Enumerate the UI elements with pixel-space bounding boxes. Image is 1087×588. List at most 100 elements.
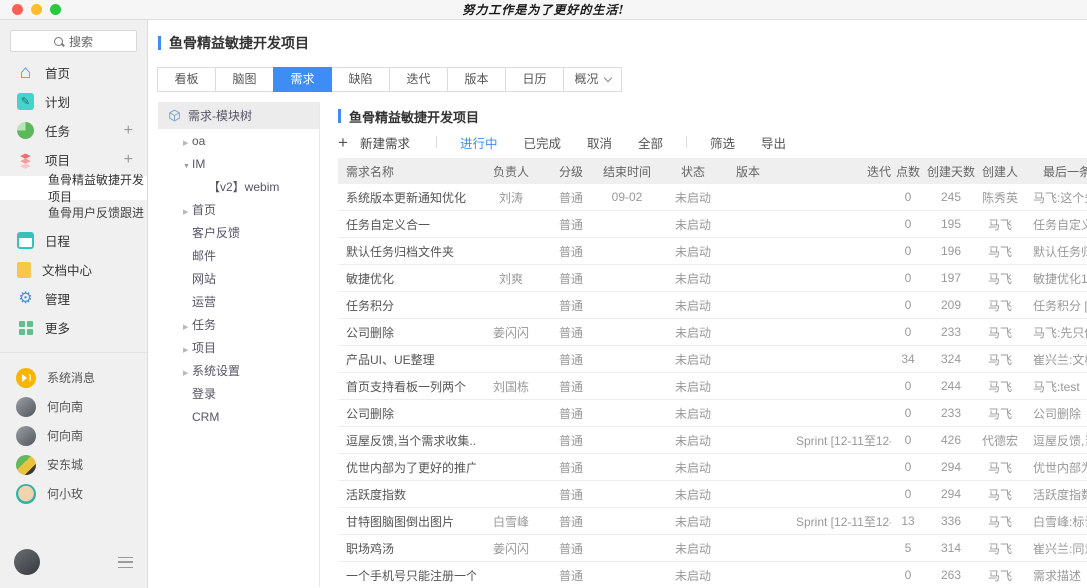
menu-icon[interactable] [118, 557, 133, 568]
table-row[interactable]: 一个手机号只能注册一个... 普通 未启动 0 263 马飞 需求描述 [338, 562, 1087, 588]
minimize-window-button[interactable] [31, 4, 42, 15]
cell-name[interactable]: 公司删除 [338, 405, 476, 422]
tab[interactable]: 概况 [563, 67, 622, 92]
cell-name[interactable]: 一个手机号只能注册一个... [338, 567, 476, 584]
tree-item[interactable]: 项目 [158, 336, 319, 359]
tree-item[interactable]: 运营 [158, 290, 319, 313]
tab[interactable]: 脑图 [215, 67, 274, 92]
tree-item[interactable]: 【v2】webim [158, 175, 319, 198]
cell-name[interactable]: 首页支持看板一列两个 [338, 378, 476, 395]
tab[interactable]: 日历 [505, 67, 564, 92]
tree-item[interactable]: 客户反馈 [158, 221, 319, 244]
cell-name[interactable]: 产品UI、UE整理 [338, 351, 476, 368]
table-action-button[interactable]: 导出 [761, 133, 786, 152]
table-row[interactable]: 甘特图脑图倒出图片 白雪峰 普通 未启动 Sprint [12-11至12-17… [338, 508, 1087, 535]
column-header-version[interactable]: 版本 [728, 163, 796, 180]
column-header-priority[interactable]: 分级 [546, 163, 596, 180]
tree-arrow-icon[interactable] [183, 319, 192, 331]
add-icon[interactable] [338, 134, 348, 151]
tab[interactable]: 版本 [447, 67, 506, 92]
sidebar-project-item[interactable]: 鱼骨用户反馈跟进 [0, 200, 147, 224]
status-filter[interactable]: 已完成 [523, 133, 561, 152]
table-row[interactable]: 公司删除 普通 未启动 0 233 马飞 公司删除 [338, 400, 1087, 427]
column-header-end-date[interactable]: 结束时间 [596, 163, 658, 180]
tab[interactable]: 需求 [273, 67, 332, 92]
cell-name[interactable]: 默认任务归档文件夹 [338, 243, 476, 260]
status-filter[interactable]: 全部 [638, 133, 663, 152]
table-row[interactable]: 任务积分 普通 未启动 0 209 马飞 任务积分 [图片] [338, 292, 1087, 319]
status-filter[interactable]: 进行中 [460, 133, 498, 152]
column-header-assignee[interactable]: 负责人 [476, 163, 546, 180]
sidebar-nav-item[interactable]: 计划 [0, 87, 147, 116]
table-row[interactable]: 首页支持看板一列两个 刘国栋 普通 未启动 0 244 马飞 马飞:tes [338, 373, 1087, 400]
tree-item[interactable]: 登录 [158, 382, 319, 405]
search-input[interactable]: 搜索 [10, 30, 137, 52]
contact-item[interactable]: 何小玫 [0, 479, 147, 508]
tree-item[interactable]: 系统设置 [158, 359, 319, 382]
add-icon[interactable] [124, 123, 133, 139]
new-requirement-button[interactable]: 新建需求 [360, 133, 410, 152]
sidebar-nav-item[interactable]: 日程 [0, 226, 147, 255]
add-icon[interactable] [124, 152, 133, 168]
contact-item[interactable]: 系统消息 [0, 363, 147, 392]
table-row[interactable]: 系统版本更新通知优化 刘涛 普通 09-02 未启动 0 245 陈秀英 马 [338, 184, 1087, 211]
tree-arrow-icon[interactable] [183, 365, 192, 377]
tree-item[interactable]: 首页 [158, 198, 319, 221]
contact-item[interactable]: 何向南 [0, 421, 147, 450]
module-tree-header[interactable]: 需求-模块树 [158, 102, 319, 129]
column-header-creator[interactable]: 创建人 [977, 163, 1023, 180]
table-row[interactable]: 优世内部为了更好的推广... 普通 未启动 0 294 马飞 优世内部为 [338, 454, 1087, 481]
column-header-name[interactable]: 需求名称 [338, 163, 476, 180]
tree-arrow-icon[interactable] [183, 135, 192, 147]
sidebar-nav-item[interactable]: 管理 [0, 284, 147, 313]
table-row[interactable]: 逗屋反馈,当个需求收集... 普通 未启动 Sprint [12-11至12-1… [338, 427, 1087, 454]
column-header-points[interactable]: 点数 [891, 163, 925, 180]
column-header-created-days[interactable]: 创建天数 [925, 163, 977, 180]
tree-item[interactable]: IM [158, 152, 319, 175]
sidebar-project-item[interactable]: 鱼骨精益敏捷开发项目 [0, 176, 147, 200]
column-header-status[interactable]: 状态 [658, 163, 728, 180]
cell-name[interactable]: 职场鸡汤 [338, 540, 476, 557]
cell-name[interactable]: 公司删除 [338, 324, 476, 341]
tree-item[interactable]: 网站 [158, 267, 319, 290]
sidebar-nav-item[interactable]: 首页 [0, 58, 147, 87]
table-row[interactable]: 敏捷优化 刘爽 普通 未启动 0 197 马飞 敏捷优化1最后一 [338, 265, 1087, 292]
current-user-avatar[interactable] [14, 549, 40, 575]
tree-item[interactable]: CRM [158, 405, 319, 428]
tree-item[interactable]: 邮件 [158, 244, 319, 267]
cell-name[interactable]: 系统版本更新通知优化 [338, 189, 476, 206]
close-window-button[interactable] [12, 4, 23, 15]
table-row[interactable]: 默认任务归档文件夹 普通 未启动 0 196 马飞 默认任务归档文件 [338, 238, 1087, 265]
cell-name[interactable]: 逗屋反馈,当个需求收集... [338, 432, 476, 449]
cell-name[interactable]: 任务积分 [338, 297, 476, 314]
cell-name[interactable]: 敏捷优化 [338, 270, 476, 287]
tab[interactable]: 缺陷 [331, 67, 390, 92]
cell-name[interactable]: 优世内部为了更好的推广... [338, 459, 476, 476]
tab[interactable]: 迭代 [389, 67, 448, 92]
contact-item[interactable]: 安东城 [0, 450, 147, 479]
tree-arrow-icon[interactable] [183, 204, 192, 216]
fullscreen-window-button[interactable] [50, 4, 61, 15]
sidebar-nav-item[interactable]: 更多 [0, 313, 147, 342]
sidebar-nav-item[interactable]: 文档中心 [0, 255, 147, 284]
tab[interactable]: 看板 [157, 67, 216, 92]
tree-arrow-icon[interactable] [183, 342, 192, 354]
tree-item[interactable]: oa [158, 129, 319, 152]
sidebar-nav-item[interactable]: 项目 [0, 145, 147, 174]
column-header-iteration[interactable]: 迭代 [796, 163, 891, 180]
contact-item[interactable]: 何向南 [0, 392, 147, 421]
column-header-last-comment[interactable]: 最后一条评论 [1023, 163, 1087, 180]
table-action-button[interactable]: 筛选 [710, 133, 735, 152]
status-filter[interactable]: 取消 [587, 133, 612, 152]
table-row[interactable]: 公司删除 姜闪闪 普通 未启动 0 233 马飞 马飞:先只做注销 [338, 319, 1087, 346]
table-row[interactable]: 任务自定义合一 普通 未启动 0 195 马飞 任务自定义合一 [338, 211, 1087, 238]
tree-arrow-icon[interactable] [183, 158, 192, 170]
table-row[interactable]: 活跃度指数 普通 未启动 0 294 马飞 活跃度指数 客户 [338, 481, 1087, 508]
cell-name[interactable]: 甘特图脑图倒出图片 [338, 513, 476, 530]
table-row[interactable]: 职场鸡汤 姜闪闪 普通 未启动 5 314 马飞 崔兴兰:同意任务 [338, 535, 1087, 562]
sidebar-nav-item[interactable]: 任务 [0, 116, 147, 145]
cell-name[interactable]: 活跃度指数 [338, 486, 476, 503]
cell-name[interactable]: 任务自定义合一 [338, 216, 476, 233]
table-row[interactable]: 产品UI、UE整理 普通 未启动 34 324 马飞 崔兴兰:文档中心 [338, 346, 1087, 373]
tree-item[interactable]: 任务 [158, 313, 319, 336]
